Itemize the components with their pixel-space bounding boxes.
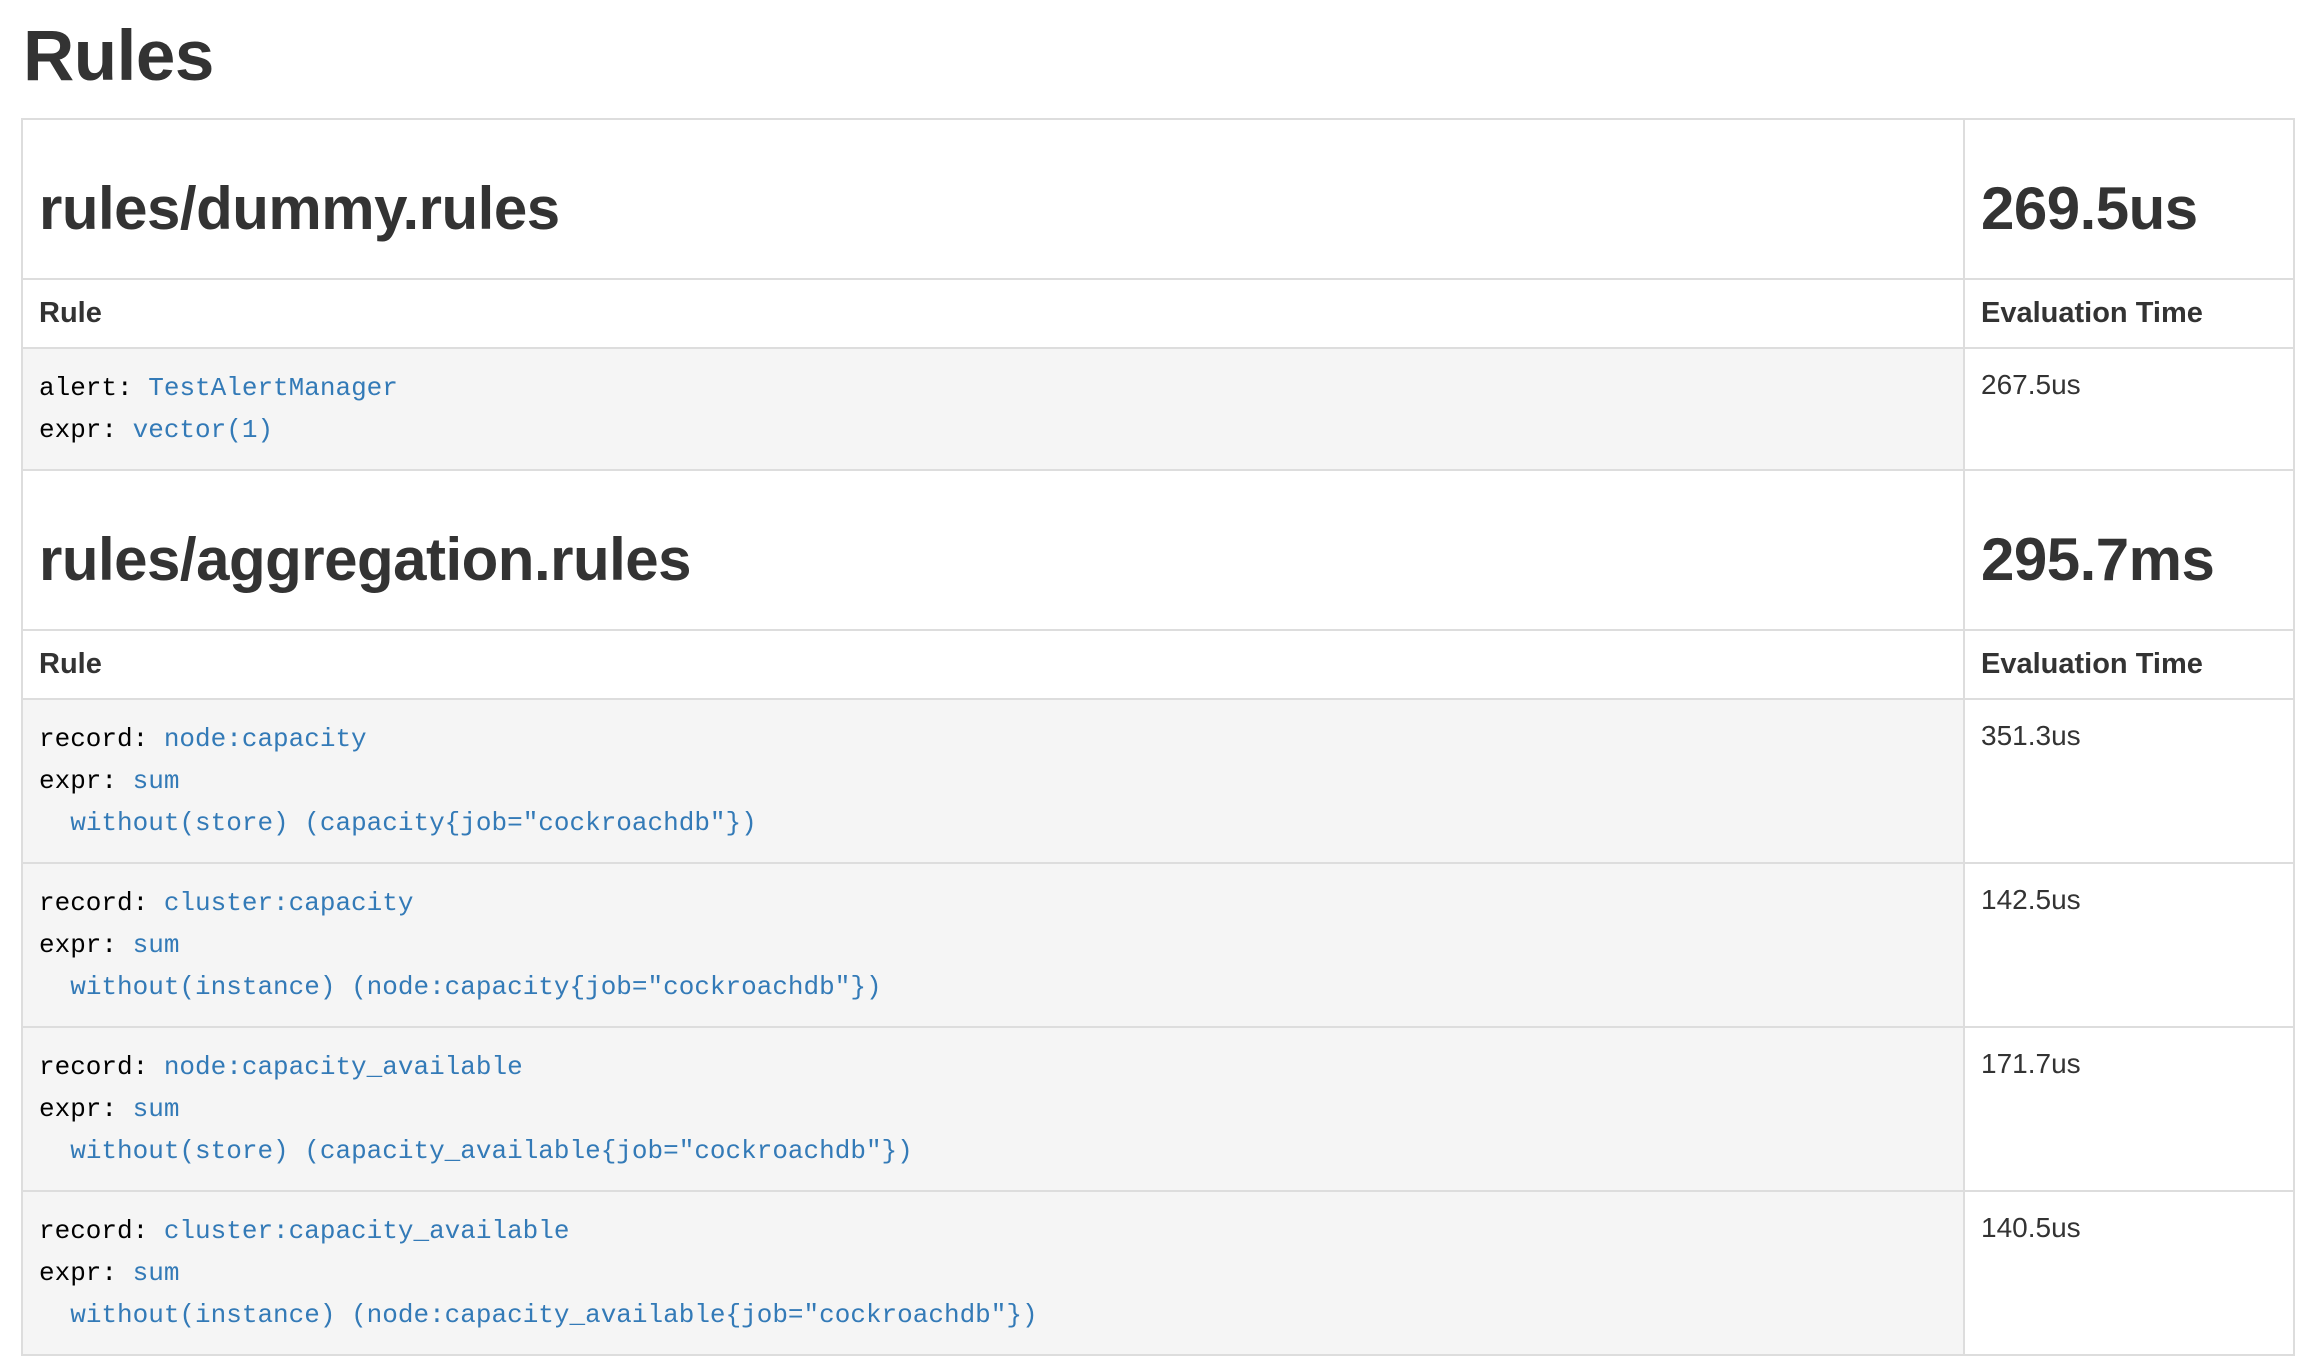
rules-page: Rules rules/dummy.rules269.5usRuleEvalua… [0,16,2316,1356]
rule-name-link[interactable]: node:capacity [164,724,367,754]
rule-expr-link[interactable]: vector(1) [133,415,273,445]
rule-expr-label: expr: [39,1094,117,1124]
rule-cell: alert: TestAlertManager expr: vector(1) [22,348,1964,470]
rule-group-eval-time: 269.5us [1981,176,2277,242]
rule-eval-time: 267.5us [1964,348,2294,470]
rule-col-header: Rule [22,630,1964,699]
rule-group-file-cell: rules/aggregation.rules [22,470,1964,630]
eval-time-col-header: Evaluation Time [1964,630,2294,699]
rule-expr-link[interactable]: sum without(instance) (node:capacity_ava… [39,1258,1038,1330]
rule-row: record: node:capacity_available expr: su… [22,1027,2294,1191]
rule-name-link[interactable]: cluster:capacity_available [164,1216,570,1246]
rule-eval-time: 171.7us [1964,1027,2294,1191]
rule-cell: record: node:capacity_available expr: su… [22,1027,1964,1191]
rule-group-file-cell: rules/dummy.rules [22,119,1964,279]
rule-expr-link[interactable]: sum without(store) (capacity{job="cockro… [39,766,757,838]
rule-name-link[interactable]: TestAlertManager [148,373,398,403]
rule-type-label: alert: [39,373,133,403]
column-header-row: RuleEvaluation Time [22,630,2294,699]
rule-type-label: record: [39,1052,148,1082]
rule-col-header: Rule [22,279,1964,348]
rule-row: alert: TestAlertManager expr: vector(1)2… [22,348,2294,470]
rule-row: record: cluster:capacity_available expr:… [22,1191,2294,1355]
rule-group-header-row: rules/aggregation.rules 295.7ms [22,470,2294,630]
rule-cell: record: cluster:capacity_available expr:… [22,1191,1964,1355]
rule-group-header-row: rules/dummy.rules 269.5us [22,119,2294,279]
column-header-row: RuleEvaluation Time [22,279,2294,348]
rule-row: record: node:capacity expr: sum without(… [22,699,2294,863]
rule-expr-link[interactable]: sum without(store) (capacity_available{j… [39,1094,913,1166]
page-title: Rules [23,16,2295,98]
rule-expr-label: expr: [39,930,117,960]
rule-group-file: rules/aggregation.rules [39,527,1947,593]
rule-expr-link[interactable]: sum without(instance) (node:capacity{job… [39,930,882,1002]
rule-eval-time: 142.5us [1964,863,2294,1027]
rule-cell: record: node:capacity expr: sum without(… [22,699,1964,863]
eval-time-col-header: Evaluation Time [1964,279,2294,348]
rule-group-eval-time-cell: 295.7ms [1964,470,2294,630]
rule-type-label: record: [39,1216,148,1246]
rule-expr-label: expr: [39,1258,117,1288]
rule-row: record: cluster:capacity expr: sum witho… [22,863,2294,1027]
rule-group-eval-time-cell: 269.5us [1964,119,2294,279]
rule-type-label: record: [39,888,148,918]
rules-table-body: rules/dummy.rules269.5usRuleEvaluation T… [22,119,2294,1355]
rule-eval-time: 351.3us [1964,699,2294,863]
rule-name-link[interactable]: node:capacity_available [164,1052,523,1082]
rule-group-eval-time: 295.7ms [1981,527,2277,593]
rule-group-file: rules/dummy.rules [39,176,1947,242]
rules-table: rules/dummy.rules269.5usRuleEvaluation T… [21,118,2295,1356]
rule-type-label: record: [39,724,148,754]
rule-name-link[interactable]: cluster:capacity [164,888,414,918]
rule-expr-label: expr: [39,766,117,796]
rule-expr-label: expr: [39,415,117,445]
rule-cell: record: cluster:capacity expr: sum witho… [22,863,1964,1027]
rule-eval-time: 140.5us [1964,1191,2294,1355]
